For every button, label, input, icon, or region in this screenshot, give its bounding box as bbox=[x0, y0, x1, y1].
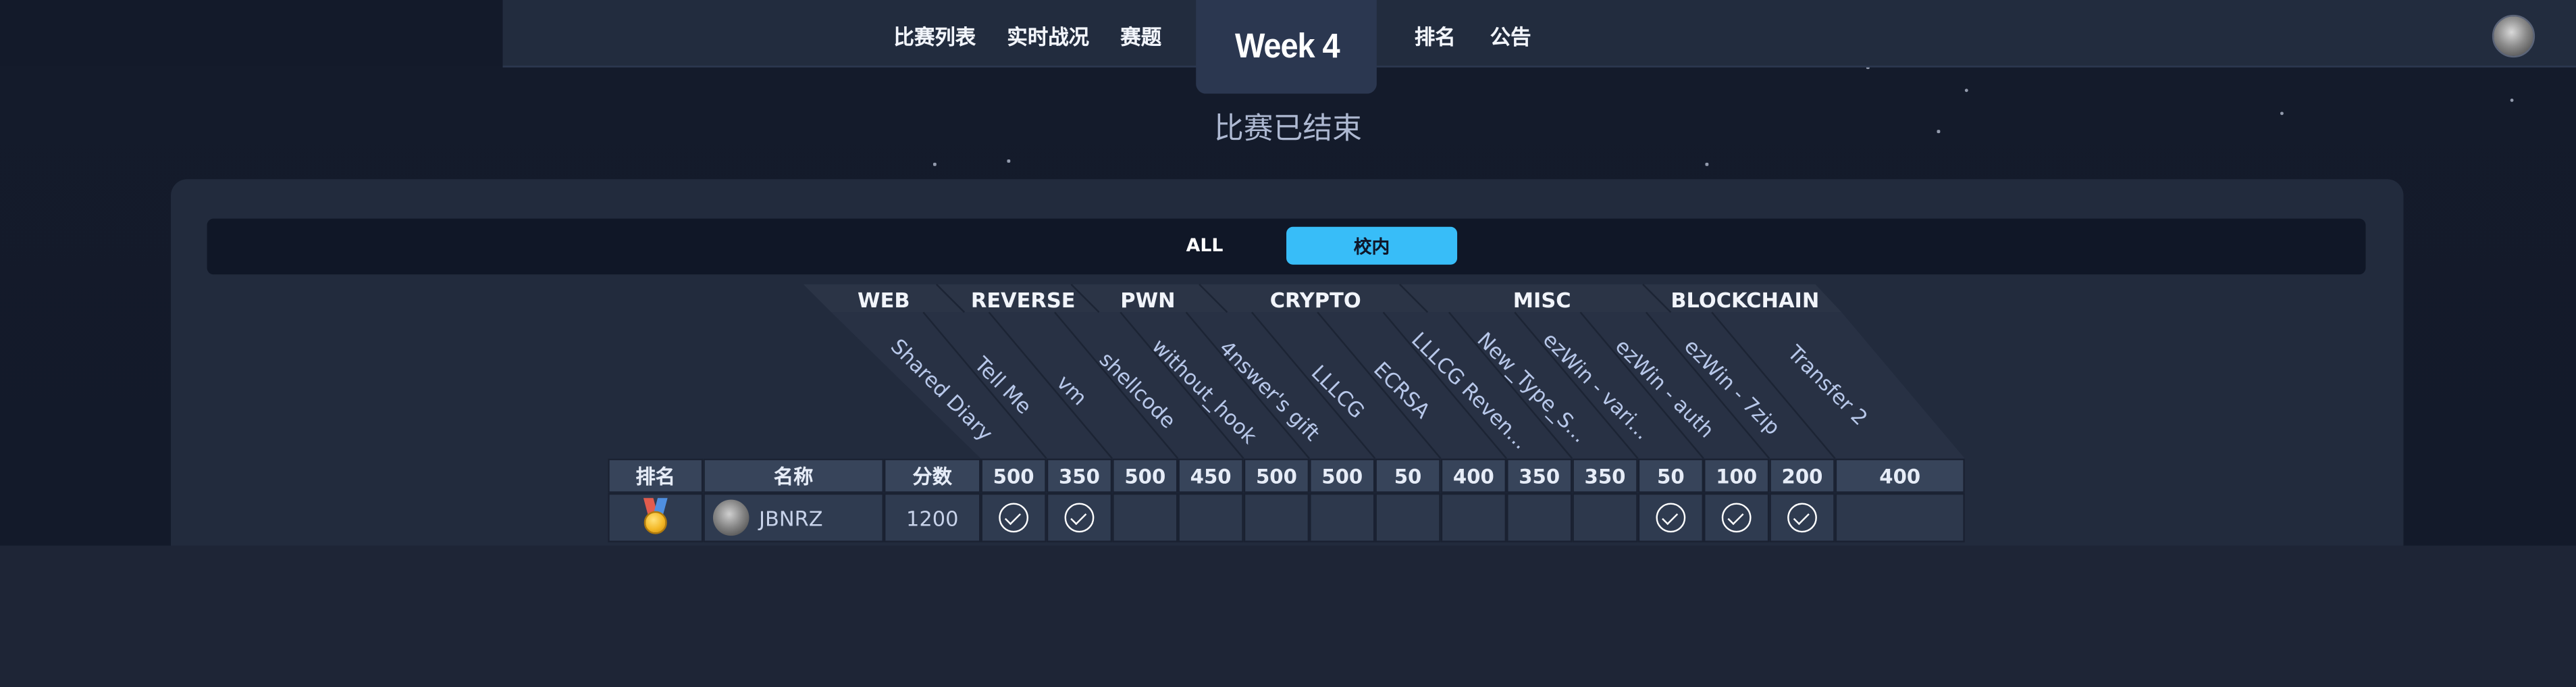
challenge-score: 50 bbox=[1637, 458, 1704, 493]
challenge-score: 50 bbox=[1375, 458, 1441, 493]
solved-check-icon bbox=[1787, 503, 1817, 533]
challenge-score: 400 bbox=[1440, 458, 1507, 493]
challenge-score: 200 bbox=[1769, 458, 1835, 493]
solved-check-icon bbox=[1656, 503, 1686, 533]
page: 比赛列表 实时战况 赛题 Week 4 排名 公告 比赛已结束 ALL 校内 W… bbox=[0, 0, 2576, 687]
solve-cell bbox=[980, 492, 1047, 542]
solve-cell bbox=[1506, 492, 1573, 542]
solve-cell bbox=[1178, 492, 1244, 542]
category-misc: MISC bbox=[1513, 287, 1571, 313]
category-web: WEB bbox=[858, 287, 910, 313]
name-cell[interactable]: JBNRZ bbox=[703, 492, 884, 542]
challenge-score: 500 bbox=[1112, 458, 1178, 493]
header-name: 名称 bbox=[703, 458, 884, 493]
header-score: 分数 bbox=[883, 458, 981, 493]
challenge-score: 500 bbox=[980, 458, 1047, 493]
category-reverse: REVERSE bbox=[970, 287, 1076, 313]
challenge-score: 400 bbox=[1835, 458, 1965, 493]
solve-cell bbox=[1375, 492, 1441, 542]
solved-check-icon bbox=[1064, 503, 1095, 533]
category-pwn: PWN bbox=[1120, 287, 1176, 313]
solve-cell bbox=[1440, 492, 1507, 542]
challenge-score: 450 bbox=[1178, 458, 1244, 493]
solve-cell bbox=[1309, 492, 1375, 542]
page-bottom bbox=[0, 545, 2576, 687]
category-crypto: CRYPTO bbox=[1269, 287, 1361, 313]
solve-cell bbox=[1046, 492, 1113, 542]
solved-check-icon bbox=[999, 503, 1029, 533]
team-avatar bbox=[712, 499, 750, 536]
solve-cell bbox=[1112, 492, 1178, 542]
challenge-score: 350 bbox=[1506, 458, 1573, 493]
rank-cell bbox=[608, 492, 704, 542]
team-name: JBNRZ bbox=[759, 505, 823, 530]
solve-cell bbox=[1572, 492, 1638, 542]
solved-check-icon bbox=[1721, 503, 1752, 533]
solve-cell bbox=[1637, 492, 1704, 542]
challenge-score: 350 bbox=[1572, 458, 1638, 493]
challenge-score: 500 bbox=[1309, 458, 1375, 493]
score-cell: 1200 bbox=[883, 492, 981, 542]
challenge-score: 350 bbox=[1046, 458, 1113, 493]
challenge-score: 100 bbox=[1704, 458, 1770, 493]
header-rank: 排名 bbox=[608, 458, 704, 493]
solve-cell bbox=[1769, 492, 1835, 542]
gold-medal-icon bbox=[641, 498, 671, 537]
solve-cell bbox=[1243, 492, 1310, 542]
category-blockchain: BLOCKCHAIN bbox=[1671, 287, 1820, 313]
solve-cell bbox=[1704, 492, 1770, 542]
challenge-score: 500 bbox=[1243, 458, 1310, 493]
solve-cell bbox=[1835, 492, 1965, 542]
